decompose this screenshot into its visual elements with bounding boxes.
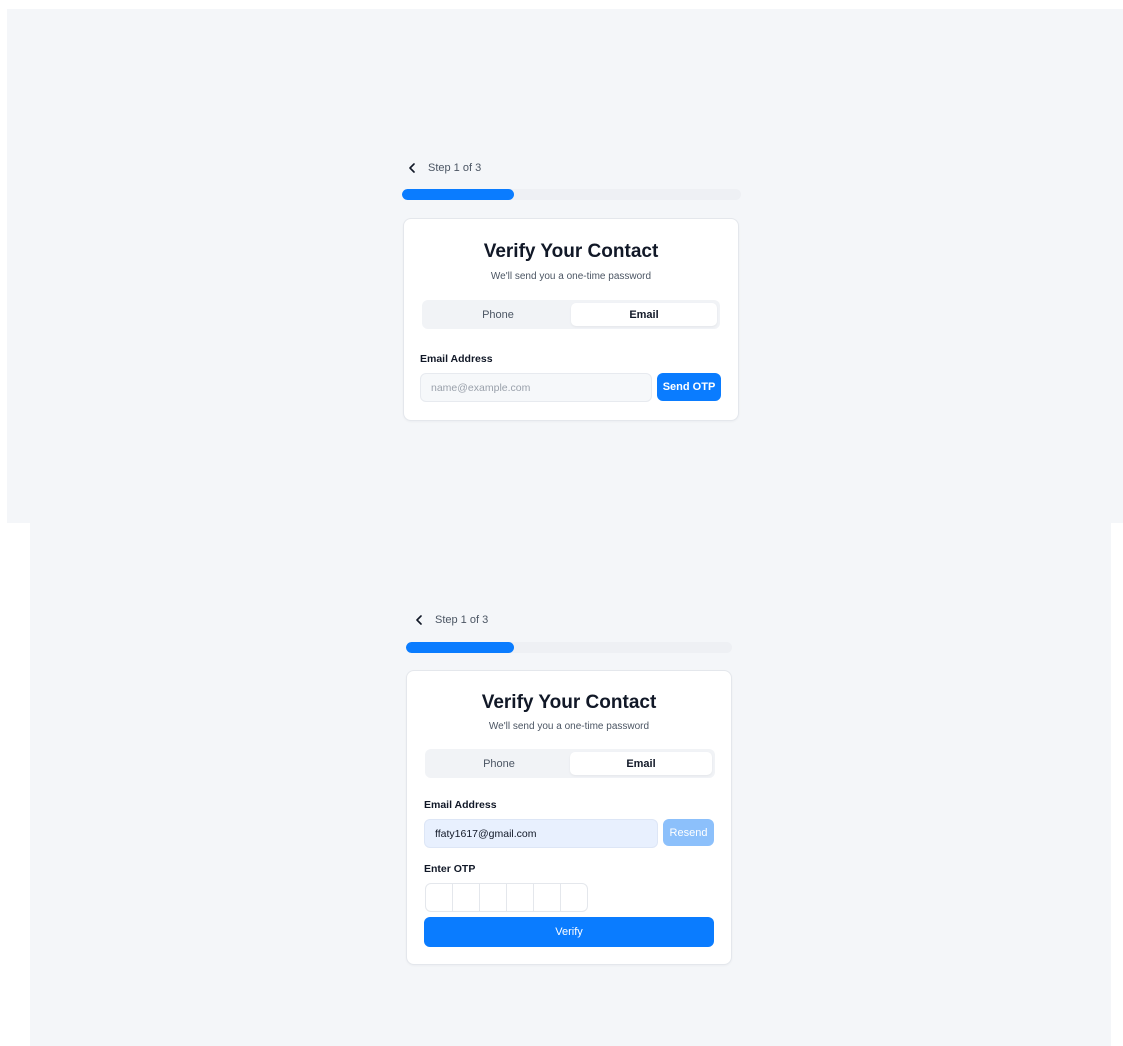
screen-otp-sent: Step 1 of 3 Verify Your Contact We'll se… bbox=[30, 523, 1111, 1046]
card-subtitle: We'll send you a one-time password bbox=[490, 271, 652, 282]
send-otp-button[interactable]: Send OTP bbox=[657, 373, 721, 401]
otp-input-group bbox=[425, 883, 588, 912]
chevron-left-icon[interactable] bbox=[415, 615, 435, 625]
verify-card: Verify Your Contact We'll send you a one… bbox=[403, 218, 739, 421]
card-title: Verify Your Contact bbox=[481, 692, 657, 713]
otp-digit-input[interactable] bbox=[479, 883, 507, 912]
contact-method-toggle: Phone Email bbox=[425, 749, 715, 778]
verify-button[interactable]: Verify bbox=[424, 917, 714, 947]
tab-email[interactable]: Email bbox=[571, 303, 717, 326]
screen-initial: Step 1 of 3 Verify Your Contact We'll se… bbox=[7, 9, 1123, 523]
step-nav: Step 1 of 3 bbox=[408, 162, 481, 174]
step-indicator: Step 1 of 3 bbox=[435, 614, 489, 626]
tab-phone[interactable]: Phone bbox=[428, 752, 570, 775]
otp-label: Enter OTP bbox=[424, 863, 476, 875]
step-indicator: Step 1 of 3 bbox=[428, 162, 482, 174]
otp-digit-input[interactable] bbox=[560, 883, 588, 912]
card-subtitle: We'll send you a one-time password bbox=[488, 721, 650, 732]
email-input[interactable] bbox=[424, 819, 658, 848]
tab-phone[interactable]: Phone bbox=[425, 303, 571, 326]
progress-fill bbox=[402, 189, 514, 200]
email-input[interactable] bbox=[420, 373, 652, 402]
otp-digit-input[interactable] bbox=[425, 883, 453, 912]
email-label: Email Address bbox=[420, 353, 493, 365]
otp-digit-input[interactable] bbox=[533, 883, 561, 912]
progress-fill bbox=[406, 642, 514, 653]
email-label: Email Address bbox=[424, 799, 497, 811]
chevron-left-icon[interactable] bbox=[408, 163, 428, 173]
progress-bar bbox=[402, 189, 741, 200]
otp-digit-input[interactable] bbox=[506, 883, 534, 912]
step-nav: Step 1 of 3 bbox=[415, 614, 488, 626]
tab-email[interactable]: Email bbox=[570, 752, 712, 775]
verify-card: Verify Your Contact We'll send you a one… bbox=[406, 670, 732, 965]
otp-digit-input[interactable] bbox=[452, 883, 480, 912]
card-title: Verify Your Contact bbox=[483, 241, 659, 262]
resend-button[interactable]: Resend bbox=[663, 819, 714, 846]
progress-bar bbox=[406, 642, 732, 653]
contact-method-toggle: Phone Email bbox=[422, 300, 720, 329]
